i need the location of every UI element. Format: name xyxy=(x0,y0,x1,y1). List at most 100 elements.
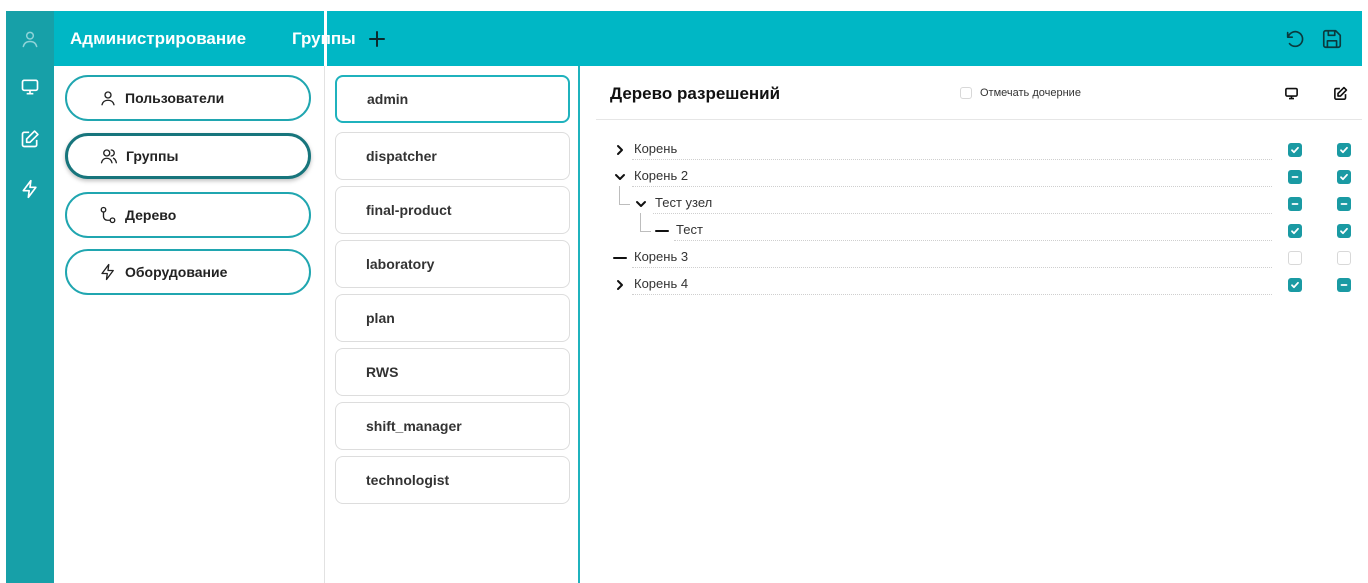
rail-edit-button[interactable] xyxy=(18,127,42,151)
tree-row: Корень 4 xyxy=(582,273,1362,300)
edit-checkbox[interactable] xyxy=(1337,278,1351,292)
nav-item-label: Группы xyxy=(126,148,179,164)
check-icon xyxy=(1291,227,1299,235)
plus-icon xyxy=(369,31,385,47)
nav-item-users[interactable]: Пользователи xyxy=(65,75,311,121)
group-item-laboratory[interactable]: laboratory xyxy=(335,240,570,288)
monitor-icon xyxy=(21,79,39,95)
group-item-plan[interactable]: plan xyxy=(335,294,570,342)
rail-user-button[interactable] xyxy=(18,27,42,51)
tree-row-underline xyxy=(632,186,1272,187)
check-icon xyxy=(1340,173,1348,181)
user-icon xyxy=(101,91,115,106)
rail-monitor-button[interactable] xyxy=(18,75,42,99)
chevron-right-icon xyxy=(617,145,623,155)
tree-row-underline xyxy=(632,267,1272,268)
view-checkbox[interactable] xyxy=(1288,251,1302,265)
monitor-icon xyxy=(1284,87,1298,99)
users-icon xyxy=(100,149,118,164)
chevron-down-icon xyxy=(636,201,646,207)
panel-title: Дерево разрешений xyxy=(610,84,781,103)
edit-checkbox[interactable] xyxy=(1337,224,1351,238)
tree-row-underline xyxy=(632,159,1272,160)
panel-separator xyxy=(596,119,1362,120)
tree-toggle[interactable] xyxy=(633,196,649,212)
group-item-final-product[interactable]: final-product xyxy=(335,186,570,234)
section-title: Администрирование xyxy=(70,29,247,48)
user-icon xyxy=(22,31,38,48)
tree-row-label: Тест xyxy=(676,222,703,237)
tree-row: Тест узел xyxy=(582,186,1362,219)
save-icon xyxy=(1322,29,1342,49)
nav-item-tree[interactable]: Дерево xyxy=(65,192,311,238)
edit-checkbox[interactable] xyxy=(1337,197,1351,211)
app: Администрирование Группы Пользователи Гр… xyxy=(6,11,1362,583)
tree-row: Корень 2 xyxy=(582,165,1362,192)
group-item-shift-manager[interactable]: shift_manager xyxy=(335,402,570,450)
tree-connector xyxy=(640,213,651,232)
edit-icon xyxy=(1333,86,1347,100)
mark-children-toggle[interactable]: Отмечать дочерние xyxy=(960,87,1081,99)
check-icon xyxy=(1291,281,1299,289)
edit-checkbox[interactable] xyxy=(1337,251,1351,265)
undo-icon xyxy=(1286,30,1304,48)
view-checkbox[interactable] xyxy=(1288,143,1302,157)
left-rail xyxy=(6,11,54,583)
add-group-button[interactable] xyxy=(365,27,389,51)
lightning-icon xyxy=(22,179,37,199)
chevron-down-icon xyxy=(615,174,625,180)
tree-toggle[interactable] xyxy=(612,169,628,185)
dash-icon xyxy=(613,257,627,259)
tree-toggle[interactable] xyxy=(612,142,628,158)
dash-icon xyxy=(655,230,669,232)
edit-column-header xyxy=(1331,84,1349,102)
view-checkbox[interactable] xyxy=(1288,170,1302,184)
nav-item-equipment[interactable]: Оборудование xyxy=(65,249,311,295)
admin-nav: Пользователи Группы Дерево Оборудование xyxy=(54,66,325,583)
tree-connector xyxy=(619,186,630,205)
tree-row-underline xyxy=(674,240,1272,241)
mark-children-label: Отмечать дочерние xyxy=(980,87,1081,99)
tree-row: Тест xyxy=(582,213,1362,246)
minus-icon xyxy=(1340,203,1348,205)
group-item-rws[interactable]: RWS xyxy=(335,348,570,396)
group-item-dispatcher[interactable]: dispatcher xyxy=(335,132,570,180)
edit-checkbox[interactable] xyxy=(1337,170,1351,184)
nav-item-groups[interactable]: Группы xyxy=(65,133,311,179)
groups-list: admin dispatcher final-product laborator… xyxy=(327,66,580,583)
nav-item-label: Пользователи xyxy=(125,90,225,106)
minus-icon xyxy=(1340,284,1348,286)
tree-row-underline xyxy=(632,294,1272,295)
tree-row: Корень 3 xyxy=(582,246,1362,273)
tree-row-underline xyxy=(653,213,1272,214)
tree-row: Корень xyxy=(582,138,1362,165)
edit-icon xyxy=(21,130,39,148)
tree-toggle xyxy=(654,223,670,239)
save-button[interactable] xyxy=(1319,26,1345,52)
tree-row-label: Корень 2 xyxy=(634,168,689,183)
permissions-panel: Дерево разрешений Отмечать дочерние Коре… xyxy=(582,66,1362,583)
chevron-right-icon xyxy=(617,280,623,290)
rail-lightning-button[interactable] xyxy=(18,177,42,201)
minus-icon xyxy=(1291,176,1299,178)
group-item-admin[interactable]: admin xyxy=(335,75,570,123)
groups-title: Группы xyxy=(292,29,356,48)
check-icon xyxy=(1291,146,1299,154)
tree-row-label: Тест узел xyxy=(655,195,713,210)
mark-children-checkbox[interactable] xyxy=(960,87,972,99)
nav-item-label: Дерево xyxy=(125,207,177,223)
undo-button[interactable] xyxy=(1282,26,1308,52)
view-checkbox[interactable] xyxy=(1288,197,1302,211)
minus-icon xyxy=(1291,203,1299,205)
check-icon xyxy=(1340,146,1348,154)
view-checkbox[interactable] xyxy=(1288,278,1302,292)
view-checkbox[interactable] xyxy=(1288,224,1302,238)
tree-toggle[interactable] xyxy=(612,277,628,293)
nav-item-label: Оборудование xyxy=(125,264,228,280)
lightning-icon xyxy=(101,263,114,281)
edit-checkbox[interactable] xyxy=(1337,143,1351,157)
group-item-technologist[interactable]: technologist xyxy=(335,456,570,504)
top-bar: Администрирование xyxy=(54,11,1362,66)
tree-row-label: Корень 4 xyxy=(634,276,689,291)
tree-row-label: Корень 3 xyxy=(634,249,689,264)
